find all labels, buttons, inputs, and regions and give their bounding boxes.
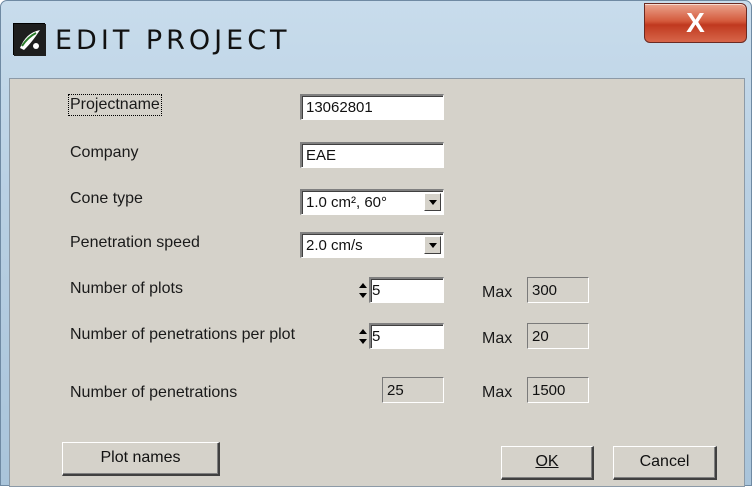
title-bar[interactable]: EDIT PROJECT X: [1, 1, 752, 77]
company-label: Company: [70, 144, 139, 161]
plots-label: Number of plots: [70, 280, 183, 297]
stepper-down-icon[interactable]: [357, 337, 369, 348]
stepper-down-icon[interactable]: [357, 291, 369, 302]
plots-max-label: Max: [482, 284, 513, 301]
stepper-up-icon[interactable]: [357, 326, 369, 337]
plots-stepper[interactable]: [357, 280, 369, 302]
close-button[interactable]: X: [644, 3, 747, 43]
penetration-speed-label: Penetration speed: [70, 234, 200, 251]
total-max-label: Max: [482, 384, 513, 401]
edit-project-window: EDIT PROJECT X Projectname 13062801 Comp…: [0, 0, 752, 487]
cone-type-label: Cone type: [70, 190, 143, 207]
penetration-speed-select[interactable]: 2.0 cm/s: [300, 232, 444, 258]
gecko-logo-icon: [13, 23, 46, 56]
projectname-label: Projectname: [68, 94, 162, 116]
dialog-body: Projectname 13062801 Company EAE Cone ty…: [9, 78, 745, 487]
per-plot-max-label: Max: [482, 330, 513, 347]
stepper-up-icon[interactable]: [357, 280, 369, 291]
ok-button[interactable]: OK: [501, 446, 594, 480]
ok-button-label: OK: [535, 453, 559, 470]
cone-type-select[interactable]: 1.0 cm², 60°: [300, 189, 444, 215]
penetration-speed-value: 2.0 cm/s: [306, 237, 363, 254]
cancel-button-label: Cancel: [639, 453, 690, 470]
company-input[interactable]: EAE: [300, 142, 444, 168]
per-plot-stepper[interactable]: [357, 326, 369, 348]
chevron-down-icon[interactable]: [424, 193, 441, 211]
plots-max-value: 300: [527, 277, 589, 303]
penetrations-per-plot-label: Number of penetrations per plot: [70, 326, 296, 343]
per-plot-max-value: 20: [527, 323, 589, 349]
penetrations-per-plot-input[interactable]: 5: [369, 323, 444, 349]
total-penetrations-label: Number of penetrations: [70, 384, 238, 401]
total-penetrations-value: 25: [382, 377, 444, 403]
total-max-value: 1500: [527, 377, 589, 403]
close-icon: X: [686, 7, 705, 38]
projectname-input[interactable]: 13062801: [300, 94, 444, 120]
cone-type-value: 1.0 cm², 60°: [306, 194, 388, 211]
plot-names-button[interactable]: Plot names: [62, 442, 220, 476]
plots-input[interactable]: 5: [369, 277, 444, 303]
cancel-button[interactable]: Cancel: [613, 446, 717, 480]
window-title: EDIT PROJECT: [55, 25, 291, 56]
chevron-down-icon[interactable]: [424, 236, 441, 254]
